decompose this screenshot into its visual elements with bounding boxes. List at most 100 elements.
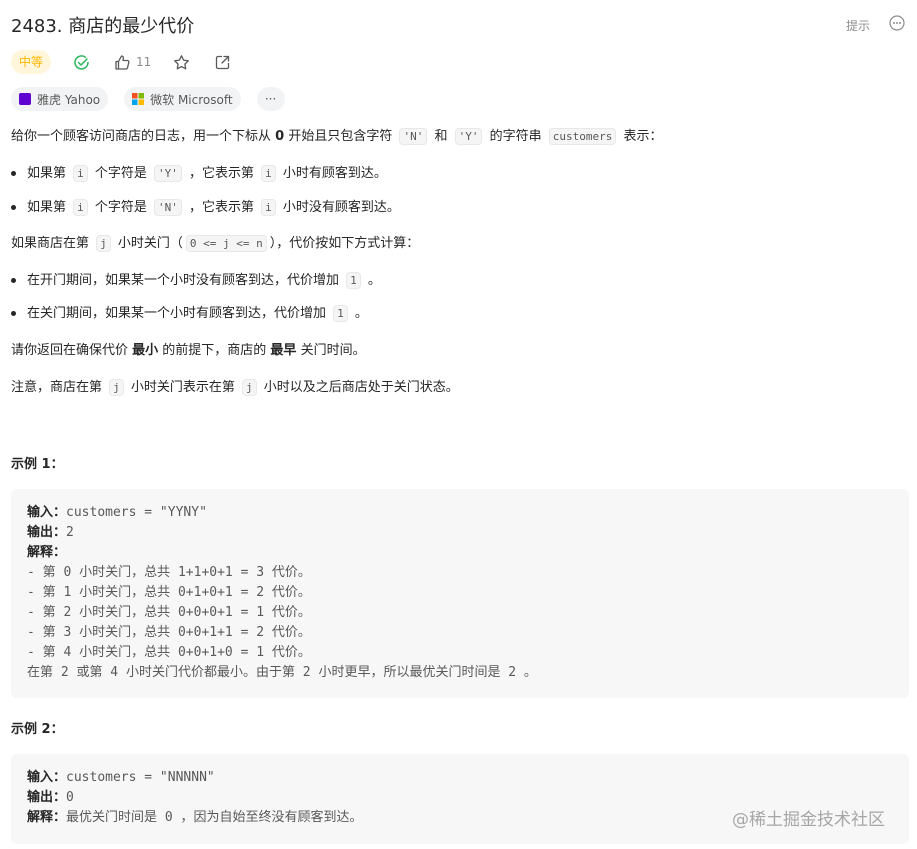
text: 请你返回在确保代价 (11, 343, 133, 358)
text: 的字符串 (485, 129, 546, 144)
thumbs-up-icon (115, 54, 130, 70)
bullet-dot (11, 171, 16, 176)
text: 如果第 (27, 166, 71, 181)
like-count: 11 (136, 55, 152, 69)
text: 在关门期间，如果某一个小时有顾客到达，代价增加 (27, 306, 331, 321)
tag-label: 雅虎 Yahoo (37, 92, 101, 107)
text: 如果商店在第 (11, 236, 94, 251)
note-paragraph: 注意，商店在第 j 小时关门表示在第 j 小时以及之后商店处于关门状态。 (11, 378, 459, 398)
inline-code: i (261, 165, 276, 182)
text: 在开门期间，如果某一个小时没有顾客到达，代价增加 (27, 273, 344, 288)
value: customers = "YYNY" (66, 505, 207, 520)
favorite-button[interactable] (173, 54, 190, 71)
text: 。 (363, 273, 381, 288)
inline-code: 'N' (154, 199, 182, 216)
more-options-icon[interactable] (889, 15, 905, 31)
text: 个字符是 (90, 200, 152, 215)
tag-yahoo[interactable]: 雅虎 Yahoo (11, 87, 109, 111)
inline-code: 1 (333, 305, 348, 322)
text: 开始且只包含字符 (284, 129, 397, 144)
text: 的前提下，商店的 (158, 343, 271, 358)
solved-status (73, 54, 90, 71)
check-circle-icon (74, 54, 89, 70)
list-item: 如果第 i 个字符是 'N' ，它表示第 i 小时没有顾客到达。 (27, 198, 400, 218)
text: 关门时间。 (296, 343, 366, 358)
text: ），代价按如下方式计算： (269, 236, 420, 251)
hint-link[interactable]: 提示 (846, 17, 870, 34)
star-icon (174, 54, 190, 69)
problem-title: 2483. 商店的最少代价 (11, 16, 195, 37)
inline-code: 1 (346, 272, 361, 289)
value: 最优关门时间是 0 ，因为自始至终没有顾客到达。 (66, 810, 363, 825)
bullet-dot (11, 278, 16, 283)
text: 小时关门表示在第 (126, 380, 240, 395)
text: 小时以及之后商店处于关门状态。 (259, 380, 459, 395)
more-tags-button[interactable]: ··· (256, 87, 285, 111)
tag-label: 微软 Microsoft (150, 92, 233, 107)
bold-text: 最早 (270, 343, 297, 358)
inline-code: i (73, 165, 88, 182)
inline-code: 'Y' (454, 128, 483, 145)
example-2-block: 输入：customers = "NNNNN" 输出：0 解释：最优关门时间是 0… (11, 754, 909, 844)
like-button[interactable]: 11 (114, 54, 151, 71)
text: ，它表示第 (184, 200, 259, 215)
inline-code: 'Y' (154, 165, 182, 182)
label: 输入： (27, 770, 67, 785)
list-item: 如果第 i 个字符是 'Y' ，它表示第 i 小时有顾客到达。 (27, 164, 387, 184)
share-button[interactable] (214, 54, 231, 71)
list-item: 在开门期间，如果某一个小时没有顾客到达，代价增加 1 。 (27, 271, 381, 291)
inline-code: i (261, 199, 276, 216)
text: 注意，商店在第 (11, 380, 107, 395)
bullet-dot (11, 205, 16, 210)
bold-text: 最小 (132, 343, 159, 358)
text: 小时关门（ (113, 236, 183, 251)
bullet-dot (11, 311, 16, 316)
text: 给你一个顾客访问商店的日志，用一个下标从 (11, 129, 276, 144)
example-1-title: 示例 1： (11, 457, 64, 472)
inline-code: 0 <= j <= n (185, 235, 267, 252)
explain-line: - 第 1 小时关门，总共 0+1+0+1 = 2 代价。 (27, 585, 311, 600)
example-explain-label: 解释： (27, 543, 893, 563)
explain-line: - 第 0 小时关门，总共 1+1+0+1 = 3 代价。 (27, 565, 311, 580)
example-input-line: 输入：customers = "NNNNN" (27, 768, 893, 788)
value: 0 (66, 790, 74, 805)
text: 和 (430, 129, 452, 144)
cost-paragraph: 如果商店在第 j 小时关门（ 0 <= j <= n ），代价按如下方式计算： (11, 234, 419, 254)
text: ，它表示第 (184, 166, 259, 181)
inline-code: j (242, 379, 257, 396)
inline-code: customers (548, 128, 617, 145)
inline-code: 'N' (399, 128, 428, 145)
explain-line: 在第 2 或第 4 小时关门代价都最小。由于第 2 小时更早，所以最优关门时间是… (27, 665, 537, 680)
intro-paragraph: 给你一个顾客访问商店的日志，用一个下标从 0 开始且只包含字符 'N' 和 'Y… (11, 127, 662, 147)
text: 个字符是 (90, 166, 152, 181)
label: 输出： (27, 790, 67, 805)
explain-line: - 第 3 小时关门，总共 0+0+1+1 = 2 代价。 (27, 625, 311, 640)
problem-meta-row: 中等 11 (11, 50, 231, 74)
yahoo-logo-icon (19, 93, 31, 105)
text: 小时没有顾客到达。 (278, 200, 400, 215)
value: 2 (66, 525, 74, 540)
inline-code: j (109, 379, 124, 396)
label: 输入： (27, 505, 67, 520)
difficulty-badge: 中等 (11, 50, 52, 74)
company-tags: 雅虎 Yahoo 微软 Microsoft ··· (11, 87, 301, 111)
share-icon (216, 55, 230, 69)
example-1-block: 输入：customers = "YYNY" 输出：2 解释： - 第 0 小时关… (11, 489, 909, 698)
example-2-title: 示例 2： (11, 722, 64, 737)
list-item: 在关门期间，如果某一个小时有顾客到达，代价增加 1 。 (27, 304, 368, 324)
inline-code: j (96, 235, 111, 252)
example-input-line: 输入：customers = "YYNY" (27, 503, 893, 523)
bold-text: 0 (275, 129, 285, 144)
text: 小时有顾客到达。 (278, 166, 387, 181)
watermark: @稀土掘金技术社区 (732, 810, 885, 830)
text: 如果第 (27, 200, 71, 215)
text: 表示： (619, 129, 663, 144)
label: 输出： (27, 525, 67, 540)
tag-microsoft[interactable]: 微软 Microsoft (124, 87, 241, 111)
inline-code: i (73, 199, 88, 216)
task-paragraph: 请你返回在确保代价 最小 的前提下，商店的 最早 关门时间。 (11, 341, 366, 361)
explain-line: - 第 2 小时关门，总共 0+0+0+1 = 1 代价。 (27, 605, 311, 620)
text: 。 (350, 306, 368, 321)
microsoft-logo-icon (132, 93, 145, 105)
example-output-line: 输出：2 (27, 523, 893, 543)
